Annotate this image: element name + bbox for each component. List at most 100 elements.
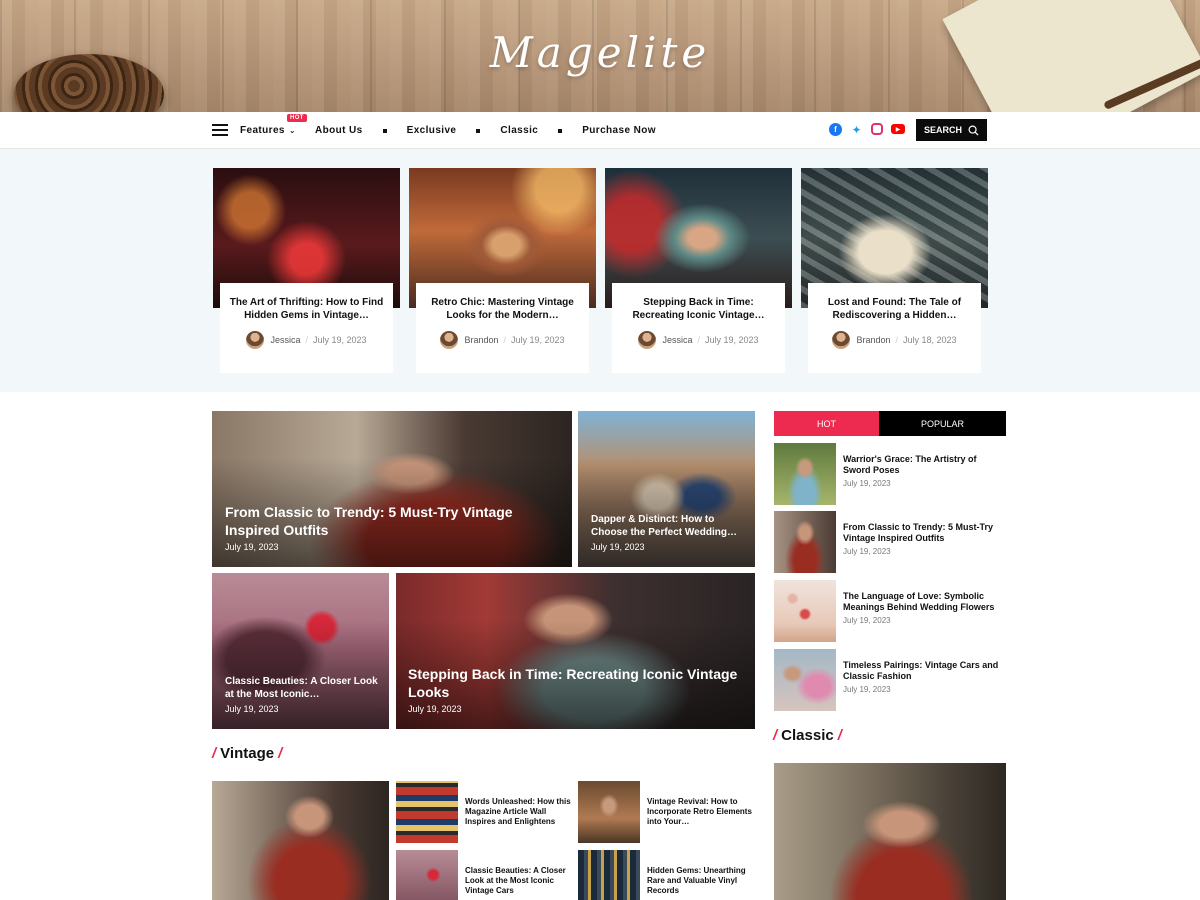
- search-icon: [968, 125, 979, 136]
- avatar[interactable]: [638, 331, 657, 349]
- search-label: SEARCH: [923, 125, 962, 135]
- nav-item-classic[interactable]: Classic: [500, 125, 538, 136]
- social-links: f ✦ ▶: [829, 123, 905, 137]
- featured-caption: Stepping Back in Time: Recreating Iconic…: [612, 283, 785, 373]
- featured-caption: The Art of Thrifting: How to Find Hidden…: [220, 283, 393, 373]
- post-thumbnail: [774, 443, 836, 505]
- post-title[interactable]: From Classic to Trendy: 5 Must-Try Vinta…: [843, 522, 1006, 544]
- site-logo[interactable]: Magelite: [0, 28, 1200, 77]
- sidebar-tabs: HOT POPULAR: [774, 411, 1006, 436]
- heading-slash: /: [278, 745, 283, 762]
- tab-hot[interactable]: HOT: [774, 411, 879, 436]
- post-title[interactable]: Hidden Gems: Unearthing Rare and Valuabl…: [647, 866, 757, 896]
- vintage-feature-image[interactable]: [212, 781, 389, 900]
- nav-separator: [476, 128, 481, 133]
- twitter-icon[interactable]: ✦: [850, 123, 863, 137]
- heading-slash: /: [837, 727, 842, 744]
- mosaic-card-large[interactable]: Stepping Back in Time: Recreating Iconic…: [396, 573, 755, 729]
- featured-card[interactable]: The Art of Thrifting: How to Find Hidden…: [213, 168, 400, 373]
- post-date: July 18, 2023: [903, 335, 957, 345]
- mosaic-card-small[interactable]: Dapper & Distinct: How to Choose the Per…: [578, 411, 755, 567]
- author-name[interactable]: Jessica: [270, 335, 300, 345]
- instagram-icon[interactable]: [871, 123, 883, 135]
- post-meta: Jessica / July 19, 2023: [220, 331, 393, 349]
- post-thumbnail: [578, 781, 640, 843]
- post-meta: Brandon / July 19, 2023: [416, 331, 589, 349]
- featured-title[interactable]: Lost and Found: The Tale of Rediscoverin…: [808, 296, 981, 323]
- nav-menu: Features ⌄ HOT About Us Exclusive Classi…: [240, 112, 656, 149]
- post-meta: Brandon / July 18, 2023: [808, 331, 981, 349]
- vintage-post[interactable]: Vintage Revival: How to Incorporate Retr…: [578, 781, 754, 843]
- section-heading-classic: / Classic /: [769, 727, 846, 744]
- post-thumbnail: [774, 580, 836, 642]
- post-date: July 19, 2023: [511, 335, 565, 345]
- featured-caption: Lost and Found: The Tale of Rediscoverin…: [808, 283, 981, 373]
- featured-strip: The Art of Thrifting: How to Find Hidden…: [0, 149, 1200, 392]
- header-banner: Magelite: [0, 0, 1200, 112]
- featured-title[interactable]: The Art of Thrifting: How to Find Hidden…: [220, 296, 393, 323]
- facebook-icon[interactable]: f: [829, 123, 842, 136]
- post-title[interactable]: Classic Beauties: A Closer Look at the M…: [465, 866, 575, 896]
- post-thumbnail: [774, 649, 836, 711]
- avatar[interactable]: [440, 331, 459, 349]
- menu-icon[interactable]: [212, 124, 228, 136]
- card-title[interactable]: Stepping Back in Time: Recreating Iconic…: [408, 665, 748, 701]
- meta-separator: /: [305, 335, 308, 345]
- search-button[interactable]: SEARCH: [916, 119, 987, 141]
- post-title[interactable]: The Language of Love: Symbolic Meanings …: [843, 591, 1006, 613]
- mosaic-card-small[interactable]: Classic Beauties: A Closer Look at the M…: [212, 573, 389, 729]
- nav-item-purchase-now[interactable]: Purchase Now: [582, 125, 656, 136]
- nav-item-label: Exclusive: [406, 125, 457, 136]
- card-title[interactable]: Dapper & Distinct: How to Choose the Per…: [591, 513, 746, 539]
- featured-card[interactable]: Lost and Found: The Tale of Rediscoverin…: [801, 168, 988, 373]
- vintage-post[interactable]: Hidden Gems: Unearthing Rare and Valuabl…: [578, 850, 754, 900]
- meta-separator: /: [697, 335, 700, 345]
- section-title[interactable]: Classic: [781, 727, 834, 744]
- post-date: July 19, 2023: [704, 335, 759, 345]
- nav-separator: [382, 128, 387, 133]
- post-date: July 19, 2023: [843, 685, 891, 694]
- author-name[interactable]: Jessica: [662, 335, 692, 345]
- avatar[interactable]: [832, 331, 851, 349]
- post-thumbnail: [396, 850, 458, 900]
- main-nav: Features ⌄ HOT About Us Exclusive Classi…: [0, 112, 1200, 149]
- card-title[interactable]: From Classic to Trendy: 5 Must-Try Vinta…: [225, 503, 545, 539]
- sidebar-post[interactable]: From Classic to Trendy: 5 Must-Try Vinta…: [774, 511, 1006, 573]
- post-title[interactable]: Timeless Pairings: Vintage Cars and Clas…: [843, 660, 1006, 682]
- sidebar-post[interactable]: Warrior's Grace: The Artistry of Sword P…: [774, 443, 1006, 505]
- vintage-post[interactable]: Classic Beauties: A Closer Look at the M…: [396, 850, 572, 900]
- heading-slash: /: [773, 727, 778, 744]
- featured-card[interactable]: Retro Chic: Mastering Vintage Looks for …: [409, 168, 596, 373]
- nav-item-label: Features: [240, 125, 285, 136]
- featured-title[interactable]: Retro Chic: Mastering Vintage Looks for …: [416, 296, 589, 323]
- post-date: July 19, 2023: [312, 335, 367, 345]
- vintage-post[interactable]: Words Unleashed: How this Magazine Artic…: [396, 781, 572, 843]
- youtube-icon[interactable]: ▶: [891, 124, 905, 134]
- avatar[interactable]: [246, 331, 265, 349]
- sidebar-post[interactable]: The Language of Love: Symbolic Meanings …: [774, 580, 1006, 642]
- post-meta: Jessica / July 19, 2023: [612, 331, 785, 349]
- nav-item-exclusive[interactable]: Exclusive: [407, 125, 457, 136]
- tab-popular[interactable]: POPULAR: [879, 411, 1006, 436]
- nav-item-label: Purchase Now: [582, 125, 656, 136]
- chevron-down-icon: ⌄: [288, 126, 296, 135]
- meta-separator: /: [895, 335, 898, 345]
- hot-badge: HOT: [287, 114, 307, 122]
- post-date: July 19, 2023: [225, 704, 279, 714]
- card-title[interactable]: Classic Beauties: A Closer Look at the M…: [225, 675, 380, 701]
- sidebar-post[interactable]: Timeless Pairings: Vintage Cars and Clas…: [774, 649, 1006, 711]
- post-date: July 19, 2023: [408, 704, 462, 714]
- author-name[interactable]: Brandon: [856, 335, 890, 345]
- post-title[interactable]: Words Unleashed: How this Magazine Artic…: [465, 797, 575, 827]
- post-title[interactable]: Warrior's Grace: The Artistry of Sword P…: [843, 454, 1006, 476]
- nav-item-about-us[interactable]: About Us: [315, 125, 363, 136]
- section-title[interactable]: Vintage: [220, 745, 274, 762]
- featured-title[interactable]: Stepping Back in Time: Recreating Iconic…: [612, 296, 785, 323]
- nav-item-features[interactable]: Features ⌄ HOT: [240, 114, 307, 136]
- author-name[interactable]: Brandon: [464, 335, 498, 345]
- classic-feature-image[interactable]: [774, 763, 1006, 900]
- mosaic-card-large[interactable]: From Classic to Trendy: 5 Must-Try Vinta…: [212, 411, 572, 567]
- post-date: July 19, 2023: [591, 542, 645, 552]
- post-title[interactable]: Vintage Revival: How to Incorporate Retr…: [647, 797, 757, 827]
- featured-card[interactable]: Stepping Back in Time: Recreating Iconic…: [605, 168, 792, 373]
